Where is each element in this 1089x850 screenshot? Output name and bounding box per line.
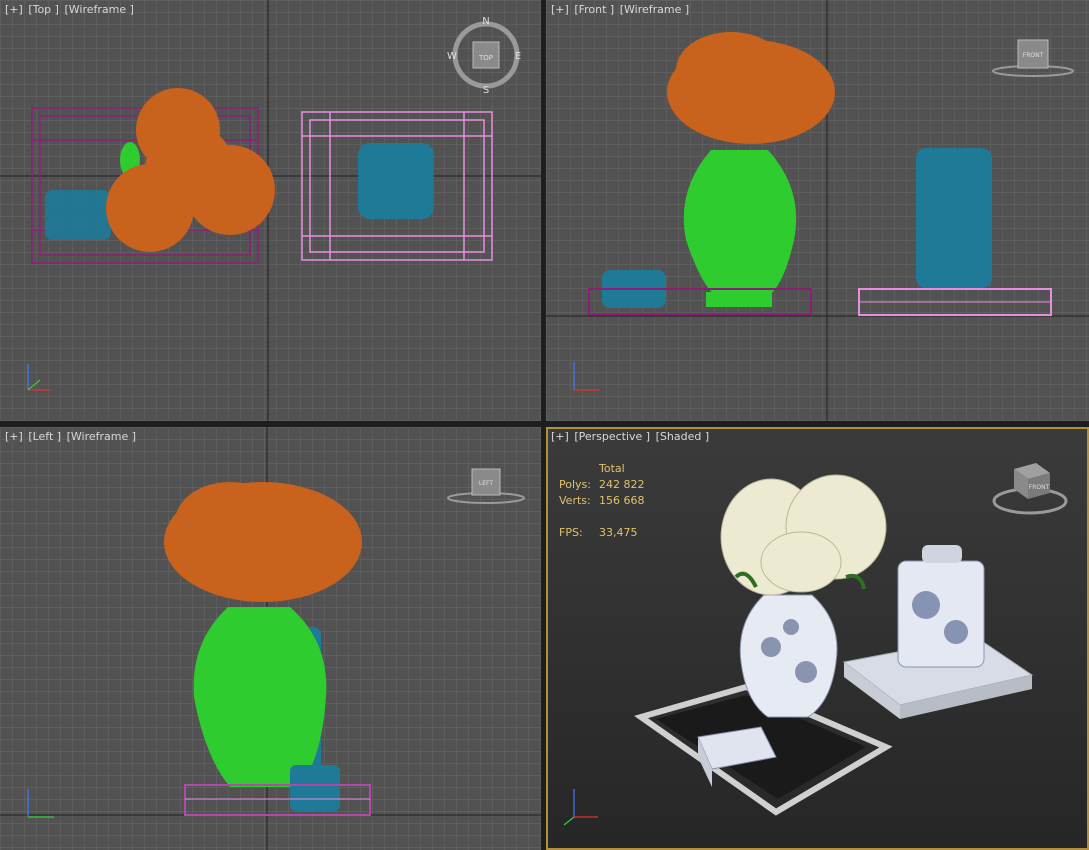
viewcube-label: TOP xyxy=(478,54,493,62)
viewport-left[interactable]: [+] [Left ] [Wireframe ] LEFT xyxy=(0,427,541,850)
viewport-layout: [+] [Top ] [Wireframe ] TOP N S E W [+] … xyxy=(0,0,1089,850)
vase-render xyxy=(739,594,838,718)
view-type-menu[interactable]: [Perspective ] xyxy=(573,430,651,443)
axis-tripod xyxy=(27,789,54,818)
vase-wireframe xyxy=(683,150,797,296)
shading-mode-menu[interactable]: [Wireframe ] xyxy=(619,3,690,16)
viewport-menu-plus[interactable]: [+] xyxy=(550,430,570,443)
top-view-canvas: TOP N S E W xyxy=(0,0,541,421)
view-type-menu[interactable]: [Left ] xyxy=(27,430,62,443)
viewport-label-bar: [+] [Front ] [Wireframe ] xyxy=(550,3,690,16)
viewport-label-bar: [+] [Top ] [Wireframe ] xyxy=(4,3,135,16)
axis-tripod xyxy=(27,364,52,391)
left-view-canvas: LEFT xyxy=(0,427,541,850)
viewcube-label: LEFT xyxy=(479,480,493,487)
axis-tripod xyxy=(563,789,598,826)
compass-s: S xyxy=(483,85,489,96)
jar-wireframe xyxy=(358,143,434,219)
verts-value: 156 668 xyxy=(599,494,645,507)
stats-header: Total xyxy=(599,462,625,475)
jar-render xyxy=(897,545,985,668)
viewcube-label: FRONT xyxy=(1023,52,1044,59)
shading-mode-menu[interactable]: [Wireframe ] xyxy=(66,430,137,443)
verts-label: Verts: xyxy=(559,494,591,507)
compass-n: N xyxy=(482,16,489,27)
view-type-menu[interactable]: [Top ] xyxy=(27,3,60,16)
shading-mode-menu[interactable]: [Wireframe ] xyxy=(63,3,134,16)
fps-label: FPS: xyxy=(559,526,583,539)
axis-tripod xyxy=(573,362,600,391)
viewport-top[interactable]: [+] [Top ] [Wireframe ] TOP N S E W xyxy=(0,0,541,421)
box-wireframe xyxy=(290,765,340,811)
viewport-label-bar: [+] [Perspective ] [Shaded ] xyxy=(550,430,710,443)
fps-value: 33,475 xyxy=(599,526,638,539)
viewport-perspective[interactable]: [+] [Perspective ] [Shaded ] Total Polys… xyxy=(546,427,1089,850)
polys-label: Polys: xyxy=(559,478,591,491)
viewport-menu-plus[interactable]: [+] xyxy=(550,3,570,16)
compass-w: W xyxy=(447,51,457,62)
statistics-overlay: Total Polys: 242 822 Verts: 156 668 FPS: 33… xyxy=(559,461,645,541)
front-view-canvas: FRONT xyxy=(546,0,1089,421)
viewport-menu-plus[interactable]: [+] xyxy=(4,3,24,16)
flowers-wireframe xyxy=(106,88,275,252)
shading-mode-menu[interactable]: [Shaded ] xyxy=(655,430,711,443)
polys-value: 242 822 xyxy=(599,478,645,491)
tray-wireframe xyxy=(184,784,371,816)
box-wireframe xyxy=(45,190,111,240)
flowers-wireframe xyxy=(667,32,835,144)
viewcube-label: FRONT xyxy=(1029,484,1050,491)
jar-wireframe xyxy=(916,148,992,288)
flowers-wireframe xyxy=(164,482,362,602)
compass-e: E xyxy=(515,51,521,62)
vase-wireframe xyxy=(193,607,327,787)
hydrangea-render xyxy=(720,474,887,596)
view-type-menu[interactable]: [Front ] xyxy=(573,3,615,16)
viewport-front[interactable]: [+] [Front ] [Wireframe ] FRONT xyxy=(546,0,1089,421)
viewport-menu-plus[interactable]: [+] xyxy=(4,430,24,443)
viewport-label-bar: [+] [Left ] [Wireframe ] xyxy=(4,430,137,443)
